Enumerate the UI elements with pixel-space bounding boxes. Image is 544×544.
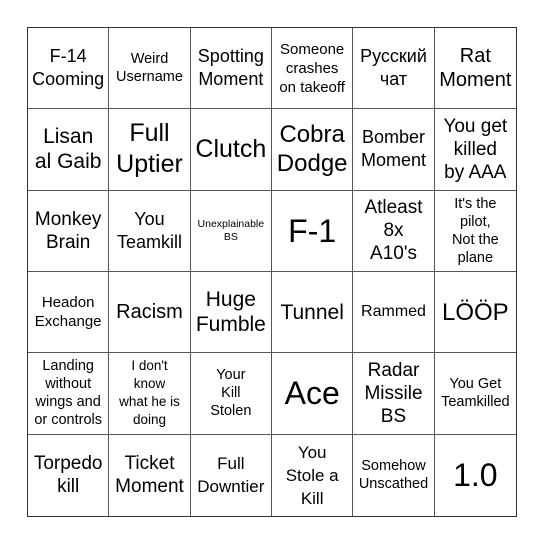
bingo-cell[interactable]: Monkey Brain xyxy=(28,190,110,272)
bingo-cell[interactable]: I don't know what he is doing xyxy=(109,353,191,435)
cell-text: Ticket Moment xyxy=(115,453,184,498)
cell-text: Tunnel xyxy=(280,300,344,324)
bingo-cell[interactable]: 1.0 xyxy=(435,435,516,516)
bingo-cell[interactable]: Cobra Dodge xyxy=(272,109,354,191)
bingo-cell[interactable]: F-1 xyxy=(272,190,354,272)
bingo-cell[interactable]: LÖÖP xyxy=(434,272,516,354)
bingo-cell[interactable]: Clutch xyxy=(190,109,272,191)
cell-text: F-14 Cooming xyxy=(32,46,105,90)
cell-text: Lisan al Gaib xyxy=(34,125,102,174)
bingo-cell[interactable]: Racism xyxy=(109,272,191,354)
cell-text: Full Downtier xyxy=(197,454,265,497)
cell-text: Rammed xyxy=(361,303,426,321)
cell-text: You get killed by AAA xyxy=(443,115,508,183)
bingo-cell[interactable]: F-14 Cooming xyxy=(28,28,110,110)
cell-text: You Teamkill xyxy=(116,208,182,252)
bingo-cell[interactable]: Unexplainable BS xyxy=(190,190,272,272)
cell-text: Spotting Moment xyxy=(197,46,264,90)
bingo-cell[interactable]: Torpedo kill xyxy=(28,434,110,516)
bingo-cell[interactable]: You Stole a Kill xyxy=(272,434,354,516)
bingo-cell[interactable]: Atleast 8x A10's xyxy=(353,190,435,272)
bingo-cell[interactable]: Rat Moment xyxy=(434,28,516,110)
cell-text: Landing without wings and or controls xyxy=(34,358,103,429)
bingo-cell[interactable]: Tunnel xyxy=(272,272,354,354)
cell-text: It's the pilot, Not the plane xyxy=(451,195,499,266)
cell-text: F-1 xyxy=(288,212,337,249)
cell-text: Radar Missile BS xyxy=(364,359,423,427)
bingo-cell[interactable]: Русский чат xyxy=(353,28,435,110)
cell-text: Bomber Moment xyxy=(360,127,426,171)
bingo-cell[interactable]: Ticket Moment xyxy=(109,434,191,516)
bingo-cell[interactable]: Ace xyxy=(272,353,354,435)
bingo-cell[interactable]: Huge Fumble xyxy=(190,272,272,354)
bingo-cell[interactable]: Headon Exchange xyxy=(28,272,110,354)
cell-text: I don't know what he is doing xyxy=(119,358,180,428)
cell-text: Rat Moment xyxy=(439,45,512,92)
cell-text: Weird Username xyxy=(116,51,183,86)
cell-text: Someone crashes on takeoff xyxy=(279,40,345,96)
cell-text: Cobra Dodge xyxy=(276,121,348,178)
bingo-cell[interactable]: Someone crashes on takeoff xyxy=(272,28,354,110)
cell-text: Full Uptier xyxy=(116,119,183,179)
cell-text: Ace xyxy=(284,375,340,412)
bingo-cell[interactable]: You Teamkill xyxy=(109,190,191,272)
bingo-cell[interactable]: You get killed by AAA xyxy=(434,109,516,191)
bingo-cell[interactable]: It's the pilot, Not the plane xyxy=(434,191,516,272)
cell-text: 1.0 xyxy=(453,457,498,494)
cell-text: You Get Teamkilled xyxy=(441,376,510,411)
bingo-cell[interactable]: You Get Teamkilled xyxy=(434,353,516,435)
cell-text: You Stole a Kill xyxy=(285,442,339,508)
bingo-cell[interactable]: Your Kill Stolen xyxy=(190,353,272,435)
cell-text: Atleast 8x A10's xyxy=(364,197,423,265)
cell-text: Clutch xyxy=(195,134,267,163)
bingo-cell[interactable]: Weird Username xyxy=(109,28,191,110)
bingo-card: F-14 Cooming Weird Username Spotting Mom… xyxy=(27,27,517,517)
bingo-cell[interactable]: Radar Missile BS xyxy=(353,353,435,435)
bingo-cell[interactable]: Somehow Unscathed xyxy=(353,434,435,516)
cell-text: LÖÖP xyxy=(441,298,509,326)
cell-text: Monkey Brain xyxy=(34,208,102,253)
bingo-cell[interactable]: Bomber Moment xyxy=(353,109,435,191)
cell-text: Your Kill Stolen xyxy=(210,367,252,420)
cell-text: Racism xyxy=(116,301,183,324)
bingo-cell[interactable]: Lisan al Gaib xyxy=(28,109,110,191)
bingo-cell[interactable]: Spotting Moment xyxy=(190,28,272,110)
bingo-cell[interactable]: Rammed xyxy=(353,272,435,354)
bingo-cell[interactable]: Full Uptier xyxy=(109,109,191,191)
cell-text: Huge Fumble xyxy=(195,288,266,337)
cell-text: Headon Exchange xyxy=(34,294,102,331)
cell-text: Unexplainable BS xyxy=(197,217,265,243)
cell-text: Русский чат xyxy=(360,46,427,90)
bingo-cell[interactable]: Full Downtier xyxy=(191,434,272,516)
cell-text: Somehow Unscathed xyxy=(358,458,429,493)
bingo-cell[interactable]: Landing without wings and or controls xyxy=(28,353,110,435)
cell-text: Torpedo kill xyxy=(33,453,103,498)
